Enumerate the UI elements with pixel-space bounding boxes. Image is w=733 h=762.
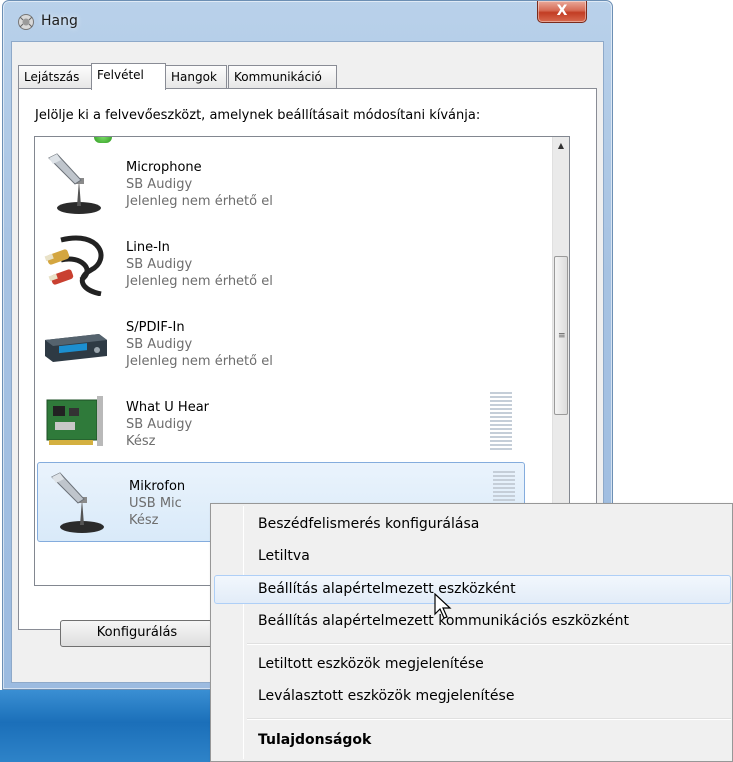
speaker-icon [18,14,34,30]
cable-icon [44,235,104,296]
scroll-thumb[interactable]: ≡ [554,256,568,415]
device-name: S/PDIF-In [126,320,185,335]
tab-kommunikacio[interactable]: Kommunikáció [228,65,337,89]
menu-item-disable[interactable]: Letiltva [214,542,731,571]
title-bar[interactable]: Hang X [3,1,612,41]
tab-label: Hangok [171,70,217,84]
tab-lejatszas[interactable]: Lejátszás [18,65,92,89]
menu-item-show-disabled[interactable]: Letiltott eszközök megjelenítése [214,650,731,679]
microphone-icon [51,472,104,533]
menu-item-show-disconnected[interactable]: Leválasztott eszközök megjelenítése [214,682,731,711]
default-device-indicator [94,137,112,143]
window-title: Hang [41,13,78,29]
microphone-icon [48,153,101,214]
tab-label: Lejátszás [24,70,80,84]
device-status: Kész [129,513,159,528]
device-name: Microphone [126,160,202,175]
device-driver: USB Mic [129,496,182,511]
grip-icon: ≡ [558,331,566,341]
list-item[interactable]: S/PDIF-In SB Audigy Jelenleg nem érhető … [35,304,529,384]
device-status: Jelenleg nem érhető el [126,274,273,289]
device-status: Jelenleg nem érhető el [126,194,273,209]
instruction-text: Jelölje ki a felvevőeszközt, amelynek be… [35,108,481,123]
device-driver: SB Audigy [126,417,193,432]
close-icon: X [556,3,568,19]
list-item[interactable]: What U Hear SB Audigy Kész [35,384,529,464]
device-name: Line-In [126,240,170,255]
context-menu: Beszédfelismerés konfigurálása Letiltva … [210,503,733,762]
device-status: Kész [126,434,156,449]
menu-item-set-default-comm[interactable]: Beállítás alapértelmezett kommunikációs … [214,607,731,636]
device-driver: SB Audigy [126,337,193,352]
list-item[interactable]: Microphone SB Audigy Jelenleg nem érhető… [35,144,529,224]
close-button[interactable]: X [537,1,587,23]
menu-separator [247,643,731,645]
spdif-device-icon [45,334,107,362]
tab-felvetel[interactable]: Felvétel [91,63,166,90]
scroll-up-arrow-icon[interactable]: ▲ [553,137,569,154]
list-item[interactable]: Line-In SB Audigy Jelenleg nem érhető el [35,224,529,304]
tab-label: Kommunikáció [234,70,322,84]
device-name: Mikrofon [129,479,186,494]
level-meter [490,392,512,458]
tab-hangok[interactable]: Hangok [165,65,227,89]
menu-item-configure-speech[interactable]: Beszédfelismerés konfigurálása [214,510,731,539]
device-driver: SB Audigy [126,177,193,192]
device-driver: SB Audigy [126,257,193,272]
menu-separator [247,718,731,720]
device-name: What U Hear [126,400,210,415]
menu-item-set-default[interactable]: Beállítás alapértelmezett eszközként [214,575,731,604]
sound-card-icon [46,396,103,446]
tab-label: Felvétel [97,68,144,82]
configure-button[interactable]: Konfigurálás [60,620,214,647]
menu-item-properties[interactable]: Tulajdonságok [214,726,731,755]
mouse-cursor-icon [434,593,452,619]
device-status: Jelenleg nem érhető el [126,354,273,369]
